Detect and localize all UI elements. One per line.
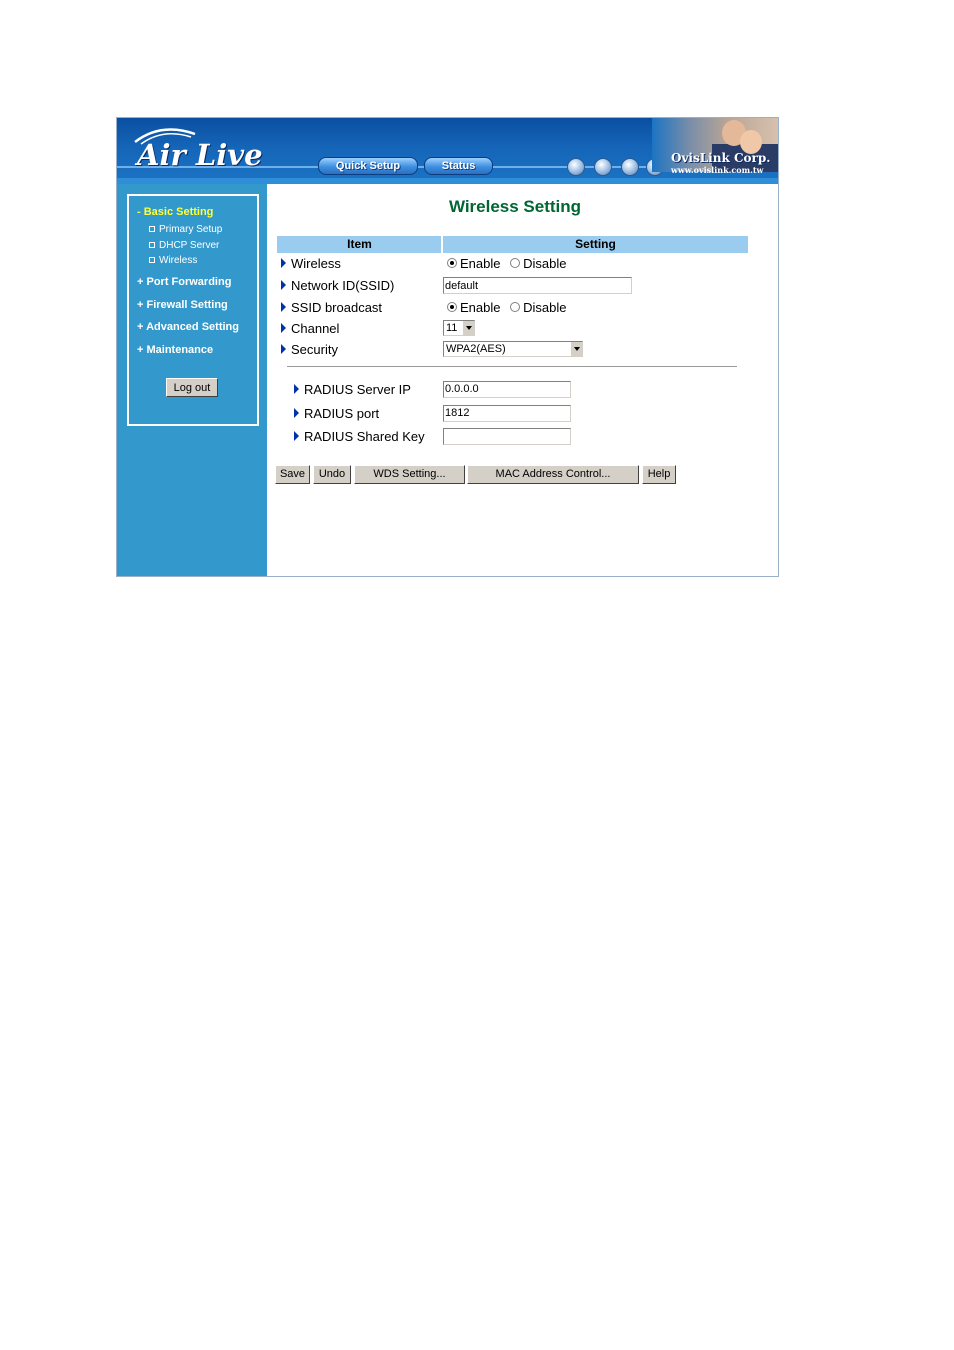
brand-name: Air Live [137,138,263,172]
security-select-value: WPA2(AES) [446,343,506,355]
menu-firewall-setting[interactable]: + Firewall Setting [137,299,228,311]
main-content: Wireless Setting Item Setting Wireless E… [267,184,778,576]
corp-name: OvisLink Corp. [671,151,771,165]
sidebar-menu: - Basic Setting Primary Setup DHCP Serve… [127,194,259,426]
radius-ip-label-text: RADIUS Server IP [304,382,411,397]
wireless-label-text: Wireless [291,256,341,271]
bullet-square-icon [149,242,155,249]
radius-key-input[interactable] [443,428,571,445]
wds-setting-button[interactable]: WDS Setting... [354,465,465,484]
globe-icon[interactable] [567,158,585,176]
arrow-right-icon [294,384,299,394]
ssid-broadcast-radio-group: Enable Disable [447,300,566,315]
menu-advanced-setting[interactable]: + Advanced Setting [137,321,239,333]
bullet-square-icon [149,257,155,264]
channel-select[interactable]: 11 [443,320,475,336]
ssid-broadcast-disable-radio[interactable] [510,302,521,312]
menu-maintenance[interactable]: + Maintenance [137,344,213,356]
ssid-broadcast-label-text: SSID broadcast [291,300,383,315]
channel-select-value: 11 [446,322,458,334]
wireless-enable-label: Enable [460,256,501,271]
help-button[interactable]: Help [642,465,676,484]
menu-dhcp-server-label: DHCP Server [159,240,220,251]
bullet-square-icon [149,226,155,233]
status-button[interactable]: Status [424,157,493,175]
radius-port-label-text: RADIUS port [304,406,380,421]
radius-port-label: RADIUS port [294,406,379,421]
wireless-label: Wireless [281,256,341,271]
security-select[interactable]: WPA2(AES) [443,341,583,357]
arrow-right-icon [281,323,286,333]
menu-dhcp-server[interactable]: DHCP Server [149,240,219,251]
menu-primary-setup-label: Primary Setup [159,224,223,235]
radius-ip-input[interactable]: 0.0.0.0 [443,381,571,398]
ssid-broadcast-enable-label: Enable [460,300,501,315]
security-label-text: Security [291,342,338,357]
page-title: Wireless Setting [448,197,582,216]
radius-port-input[interactable]: 1812 [443,405,571,422]
corp-url: www.ovislink.com.tw [671,165,764,175]
ssid-broadcast-label: SSID broadcast [281,300,382,315]
router-admin-window: Air Live Quick Setup Status OvisLink Cor… [116,117,779,577]
globe-icon[interactable] [621,158,639,176]
quick-setup-button[interactable]: Quick Setup [318,157,418,175]
col-item-header: Item [347,237,372,251]
ssid-label: Network ID(SSID) [281,278,394,293]
wireless-enable-radio[interactable] [447,258,457,268]
ssid-broadcast-disable-label: Disable [523,300,567,315]
chevron-down-icon [462,321,474,335]
undo-button[interactable]: Undo [313,465,351,484]
arrow-right-icon [281,302,286,312]
save-button[interactable]: Save [275,465,310,484]
ssid-input[interactable]: default [443,277,632,294]
ssid-label-text: Network ID(SSID) [291,278,395,293]
arrow-right-icon [294,408,299,418]
airlive-logo: Air Live [131,124,291,176]
arrow-right-icon [281,258,286,268]
menu-wireless-label: Wireless [159,255,198,266]
wireless-radio-group: Enable Disable [447,256,566,271]
radius-key-label: RADIUS Shared Key [294,429,425,444]
logout-button[interactable]: Log out [166,378,218,397]
mac-address-control-button[interactable]: MAC Address Control... [467,465,639,484]
menu-port-forwarding[interactable]: + Port Forwarding [137,276,231,288]
radius-key-label-text: RADIUS Shared Key [304,429,425,444]
ssid-broadcast-enable-radio[interactable] [447,302,457,312]
wireless-disable-label: Disable [523,256,567,271]
header-banner: Air Live Quick Setup Status OvisLink Cor… [117,118,778,184]
wireless-disable-radio[interactable] [510,258,521,268]
security-label: Security [281,342,338,357]
radius-ip-label: RADIUS Server IP [294,382,411,397]
sidebar: - Basic Setting Primary Setup DHCP Serve… [117,184,267,576]
chevron-down-icon [570,342,582,356]
table-header: Item Setting [277,236,748,253]
arrow-right-icon [281,344,286,354]
menu-basic-setting[interactable]: - Basic Setting [137,206,213,218]
globe-icon[interactable] [594,158,612,176]
section-divider [287,366,737,367]
arrow-right-icon [294,431,299,441]
channel-label: Channel [281,321,339,336]
menu-wireless[interactable]: Wireless [149,255,197,266]
arrow-right-icon [281,280,286,290]
channel-label-text: Channel [291,321,340,336]
col-setting-header: Setting [575,237,616,251]
menu-primary-setup[interactable]: Primary Setup [149,224,222,235]
